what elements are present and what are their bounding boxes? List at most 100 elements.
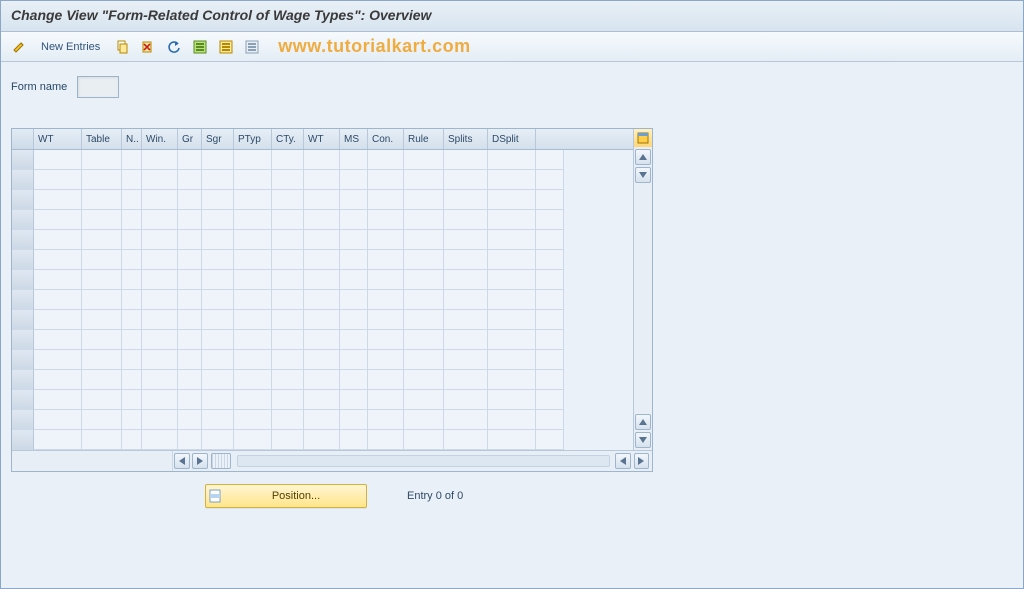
grid-cell[interactable]	[178, 350, 202, 370]
grid-cell[interactable]	[536, 150, 564, 170]
grid-cell[interactable]	[82, 290, 122, 310]
grid-cell[interactable]	[142, 390, 178, 410]
grid-cell[interactable]	[122, 150, 142, 170]
grid-cell[interactable]	[202, 410, 234, 430]
grid-cell[interactable]	[122, 350, 142, 370]
grid-cell[interactable]	[234, 430, 272, 450]
grid-cell[interactable]	[122, 270, 142, 290]
scroll-down-button[interactable]	[635, 432, 651, 448]
position-button[interactable]: Position...	[205, 484, 367, 508]
grid-cell[interactable]	[368, 250, 404, 270]
grid-cell[interactable]	[234, 290, 272, 310]
grid-cell[interactable]	[202, 350, 234, 370]
grid-cell[interactable]	[368, 410, 404, 430]
grid-cell[interactable]	[404, 330, 444, 350]
grid-cell[interactable]	[82, 250, 122, 270]
grid-cell[interactable]	[444, 210, 488, 230]
grid-cell[interactable]	[82, 230, 122, 250]
grid-cell[interactable]	[82, 170, 122, 190]
grid-cell[interactable]	[82, 310, 122, 330]
grid-cell[interactable]	[142, 330, 178, 350]
grid-cell[interactable]	[122, 230, 142, 250]
grid-cell[interactable]	[122, 310, 142, 330]
grid-cell[interactable]	[142, 430, 178, 450]
grid-cell[interactable]	[488, 330, 536, 350]
grid-cell[interactable]	[82, 330, 122, 350]
grid-cell[interactable]	[142, 410, 178, 430]
grid-cell[interactable]	[272, 310, 304, 330]
grid-cell[interactable]	[234, 410, 272, 430]
grid-cell[interactable]	[82, 410, 122, 430]
scroll-up-button[interactable]	[635, 414, 651, 430]
grid-cell[interactable]	[142, 250, 178, 270]
scroll-down-button[interactable]	[635, 167, 651, 183]
grid-cell[interactable]	[82, 190, 122, 210]
grid-cell[interactable]	[234, 390, 272, 410]
grid-cell[interactable]	[368, 190, 404, 210]
grid-cell[interactable]	[404, 390, 444, 410]
grid-cell[interactable]	[202, 250, 234, 270]
grid-cell[interactable]	[272, 150, 304, 170]
horizontal-scrollbar[interactable]	[12, 450, 652, 471]
grid-cell[interactable]	[340, 370, 368, 390]
grid-cell[interactable]	[488, 390, 536, 410]
grid-cell[interactable]	[82, 390, 122, 410]
grid-cell[interactable]	[202, 290, 234, 310]
grid-cell[interactable]	[340, 190, 368, 210]
grid-cell[interactable]	[536, 290, 564, 310]
grid-cell[interactable]	[34, 290, 82, 310]
grid-cell[interactable]	[444, 150, 488, 170]
row-selector[interactable]	[12, 350, 34, 370]
col-header[interactable]: DSplit	[488, 129, 536, 149]
grid-cell[interactable]	[272, 270, 304, 290]
grid-cell[interactable]	[536, 170, 564, 190]
row-selector[interactable]	[12, 210, 34, 230]
grid-cell[interactable]	[536, 350, 564, 370]
grid-cell[interactable]	[488, 210, 536, 230]
grid-cell[interactable]	[404, 310, 444, 330]
grid-cell[interactable]	[178, 150, 202, 170]
col-header[interactable]: Splits	[444, 129, 488, 149]
grid-cell[interactable]	[122, 370, 142, 390]
grid-cell[interactable]	[142, 190, 178, 210]
column-freeze-handle[interactable]	[211, 453, 231, 469]
grid-cell[interactable]	[34, 410, 82, 430]
grid-cell[interactable]	[488, 290, 536, 310]
grid-cell[interactable]	[536, 270, 564, 290]
grid-cell[interactable]	[488, 170, 536, 190]
grid-cell[interactable]	[122, 390, 142, 410]
new-entries-button[interactable]: New Entries	[35, 41, 106, 53]
grid-cell[interactable]	[202, 330, 234, 350]
row-selector[interactable]	[12, 290, 34, 310]
grid-cell[interactable]	[178, 210, 202, 230]
grid-cell[interactable]	[234, 350, 272, 370]
grid-cell[interactable]	[234, 150, 272, 170]
grid-cell[interactable]	[34, 330, 82, 350]
grid-cell[interactable]	[82, 210, 122, 230]
grid-cell[interactable]	[304, 150, 340, 170]
col-header[interactable]: PTyp	[234, 129, 272, 149]
grid-cell[interactable]	[536, 330, 564, 350]
grid-cell[interactable]	[536, 370, 564, 390]
row-selector[interactable]	[12, 230, 34, 250]
row-selector-header[interactable]	[12, 129, 34, 149]
grid-cell[interactable]	[122, 190, 142, 210]
grid-cell[interactable]	[178, 330, 202, 350]
grid-cell[interactable]	[340, 330, 368, 350]
grid-cell[interactable]	[536, 390, 564, 410]
form-name-input[interactable]	[77, 76, 119, 98]
grid-cell[interactable]	[444, 250, 488, 270]
col-header[interactable]: WT	[34, 129, 82, 149]
grid-cell[interactable]	[368, 390, 404, 410]
grid-cell[interactable]	[34, 250, 82, 270]
grid-cell[interactable]	[368, 350, 404, 370]
deselect-all-icon[interactable]	[242, 37, 262, 57]
grid-cell[interactable]	[142, 310, 178, 330]
grid-cell[interactable]	[404, 290, 444, 310]
grid-cell[interactable]	[142, 350, 178, 370]
grid-cell[interactable]	[178, 270, 202, 290]
grid-cell[interactable]	[234, 270, 272, 290]
grid-cell[interactable]	[404, 210, 444, 230]
grid-cell[interactable]	[536, 430, 564, 450]
grid-cell[interactable]	[234, 190, 272, 210]
